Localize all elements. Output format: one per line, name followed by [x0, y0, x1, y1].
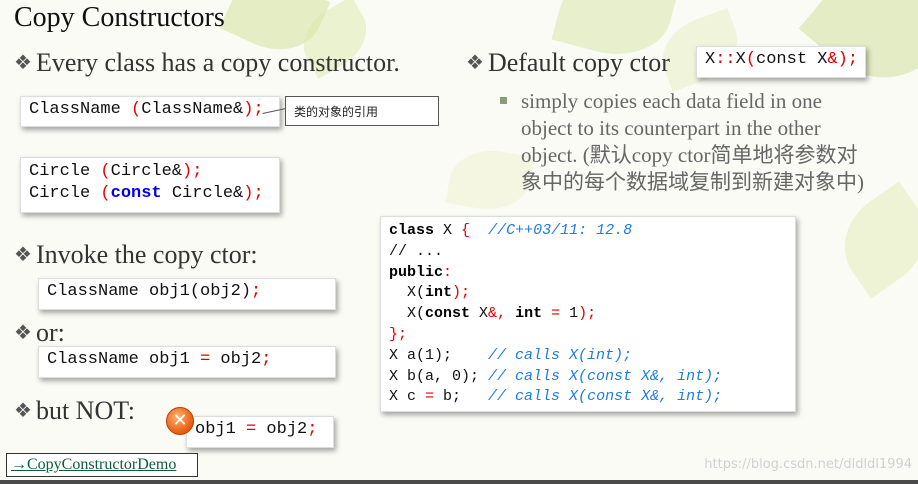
- description-line-3: object. (默认copy ctor简单地将参数对: [521, 143, 858, 167]
- circle-constructors-code: Circle (Circle&); Circle (const Circle&)…: [20, 157, 280, 213]
- not-assign-code: obj1 = obj2;: [186, 416, 334, 448]
- square-bullet-icon: [500, 97, 507, 104]
- bullet-but-not-text: but NOT:: [35, 396, 136, 425]
- bottom-bar: [0, 480, 918, 484]
- description-line-1: simply copies each data field in one: [521, 89, 822, 113]
- diamond-bullet-icon: ❖: [14, 244, 32, 266]
- diamond-bullet-icon: ❖: [14, 52, 32, 74]
- bullet-default-copy-text: Default copy ctor: [487, 48, 670, 77]
- bullet-invoke: ❖ Invoke the copy ctor:: [14, 240, 258, 270]
- class-x-example-code: class X { //C++03/11: 12.8 // ... public…: [380, 216, 796, 412]
- bullet-but-not: ❖ but NOT:: [14, 396, 135, 426]
- default-ctor-signature-code: X::X(const X&);: [696, 46, 866, 78]
- description-line-4: 象中的每个数据域复制到新建对象中): [521, 170, 864, 194]
- demo-link-text[interactable]: →CopyConstructorDemo: [11, 456, 176, 474]
- error-x-icon: ✕: [166, 407, 194, 435]
- bullet-default-copy: ❖ Default copy ctor: [466, 48, 670, 78]
- bullet-invoke-text: Invoke the copy ctor:: [35, 240, 258, 269]
- bullet-every-class: ❖ Every class has a copy constructor.: [14, 48, 400, 78]
- watermark: https://blog.csdn.net/dldldl1994: [704, 457, 912, 472]
- copy-constructor-demo-link[interactable]: →CopyConstructorDemo: [6, 453, 198, 477]
- description-line-2: object to its counterpart in the other: [521, 116, 821, 140]
- page-title: Copy Constructors: [14, 2, 225, 33]
- invoke-assign-code: ClassName obj1 = obj2;: [38, 346, 336, 378]
- bullet-or: ❖ or:: [14, 318, 65, 348]
- bullet-every-class-text: Every class has a copy constructor.: [35, 48, 400, 77]
- callout-object-reference: 类的对象的引用: [285, 96, 439, 126]
- diamond-bullet-icon: ❖: [14, 322, 32, 344]
- invoke-paren-code: ClassName obj1(obj2);: [38, 278, 336, 310]
- bullet-or-text: or:: [35, 318, 65, 347]
- diamond-bullet-icon: ❖: [466, 52, 484, 74]
- default-copy-description: simply copies each data field in one obj…: [500, 88, 900, 196]
- classname-signature-code: ClassName (ClassName&);: [20, 96, 280, 127]
- diamond-bullet-icon: ❖: [14, 400, 32, 422]
